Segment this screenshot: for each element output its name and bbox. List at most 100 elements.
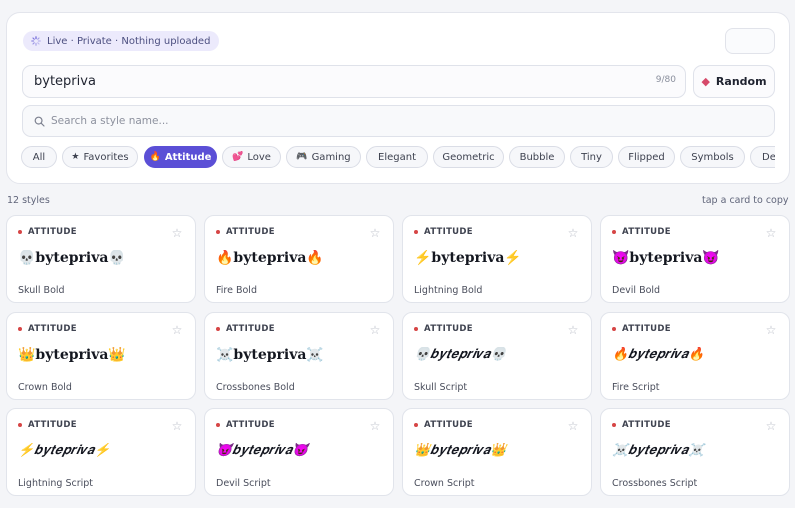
favorite-star-icon[interactable]: ☆ (166, 415, 188, 437)
chip-label: Bubble (519, 151, 555, 163)
category-tag-label: ATTITUDE (226, 227, 275, 237)
search-icon (34, 116, 45, 127)
style-card-devil-bold[interactable]: ATTITUDE ☆ 😈bytepriva😈 Devil Bold (600, 215, 790, 303)
favorite-star-icon[interactable]: ☆ (166, 319, 188, 341)
chip-favorites[interactable]: ★ Favorites (62, 146, 138, 168)
style-card-crossbones-bold[interactable]: ATTITUDE ☆ ☠️bytepriva☠️ Crossbones Bold (204, 312, 394, 400)
category-tag: ATTITUDE (216, 324, 275, 334)
favorite-star-icon[interactable]: ☆ (760, 222, 782, 244)
chip-tiny[interactable]: Tiny (570, 146, 613, 168)
chip-label: Love (247, 151, 271, 163)
favorite-star-icon[interactable]: ☆ (166, 222, 188, 244)
category-tag-label: ATTITUDE (424, 227, 473, 237)
category-tag: ATTITUDE (18, 227, 77, 237)
favorite-star-icon[interactable]: ☆ (562, 222, 584, 244)
fire-icon: 🔥 (149, 152, 161, 162)
chip-all[interactable]: All (21, 146, 57, 168)
favorite-star-icon[interactable]: ☆ (562, 415, 584, 437)
style-card-lightning-bold[interactable]: ATTITUDE ☆ ⚡bytepriva⚡ Lightning Bold (402, 215, 592, 303)
tag-dot-icon (414, 230, 418, 234)
search-field[interactable] (22, 105, 775, 137)
style-card-crown-script[interactable]: ATTITUDE ☆ 👑𝒃𝒚𝒕𝒆𝒑𝒓𝒊𝒗𝒂👑 Crown Script (402, 408, 592, 496)
status-pill-label: Live · Private · Nothing uploaded (47, 35, 211, 47)
category-tag-label: ATTITUDE (28, 227, 77, 237)
category-tag-label: ATTITUDE (622, 324, 671, 334)
name-input[interactable] (34, 66, 594, 97)
star-icon: ★ (71, 152, 80, 162)
tag-dot-icon (414, 327, 418, 331)
style-card-devil-script[interactable]: ATTITUDE ☆ 😈𝒃𝒚𝒕𝒆𝒑𝒓𝒊𝒗𝒂😈 Devil Script (204, 408, 394, 496)
chip-bubble[interactable]: Bubble (509, 146, 565, 168)
header-action-button[interactable] (725, 28, 775, 54)
style-card-skull-bold[interactable]: ATTITUDE ☆ 💀bytepriva💀 Skull Bold (6, 215, 196, 303)
chip-love[interactable]: 💕 Love (222, 146, 281, 168)
category-tag: ATTITUDE (216, 420, 275, 430)
style-name: Devil Script (216, 478, 271, 489)
tag-dot-icon (18, 230, 22, 234)
style-card-fire-script[interactable]: ATTITUDE ☆ 🔥𝒃𝒚𝒕𝒆𝒑𝒓𝒊𝒗𝒂🔥 Fire Script (600, 312, 790, 400)
style-card-fire-bold[interactable]: ATTITUDE ☆ 🔥bytepriva🔥 Fire Bold (204, 215, 394, 303)
chip-elegant[interactable]: Elegant (366, 146, 428, 168)
style-name: Crossbones Script (612, 478, 698, 489)
chip-label: Symbols (691, 151, 734, 163)
styled-text-preview: ☠️bytepriva☠️ (216, 347, 324, 363)
chip-symbols[interactable]: Symbols (680, 146, 745, 168)
category-tag: ATTITUDE (612, 227, 671, 237)
chip-label: Attitude (164, 151, 212, 163)
styled-text-preview: 💀bytepriva💀 (18, 250, 126, 266)
category-tag-label: ATTITUDE (424, 324, 473, 334)
style-name: Lightning Script (18, 478, 93, 489)
style-card-skull-script[interactable]: ATTITUDE ☆ 💀𝒃𝒚𝒕𝒆𝒑𝒓𝒊𝒗𝒂💀 Skull Script (402, 312, 592, 400)
tag-dot-icon (18, 327, 22, 331)
favorite-star-icon[interactable]: ☆ (364, 222, 386, 244)
category-tag-label: ATTITUDE (226, 324, 275, 334)
category-tag-label: ATTITUDE (226, 420, 275, 430)
spinner-icon (31, 36, 41, 46)
style-name: Skull Script (414, 382, 468, 393)
category-tag-label: ATTITUDE (622, 420, 671, 430)
category-tag-label: ATTITUDE (28, 324, 77, 334)
style-name: Fire Script (612, 382, 660, 393)
chip-gaming[interactable]: 🎮 Gaming (286, 146, 361, 168)
favorite-star-icon[interactable]: ☆ (364, 415, 386, 437)
style-card-crown-bold[interactable]: ATTITUDE ☆ 👑bytepriva👑 Crown Bold (6, 312, 196, 400)
styled-text-preview: ⚡bytepriva⚡ (414, 250, 522, 266)
style-name: Crown Bold (18, 382, 72, 393)
styled-text-preview: 👑bytepriva👑 (18, 347, 126, 363)
chip-label: Gaming (311, 151, 351, 163)
styled-text-preview: 🔥𝒃𝒚𝒕𝒆𝒑𝒓𝒊𝒗𝒂🔥 (612, 347, 705, 362)
category-tag: ATTITUDE (414, 324, 473, 334)
dice-icon: ◆ (701, 75, 710, 88)
name-input-field[interactable]: 9/80 (22, 65, 686, 98)
favorite-star-icon[interactable]: ☆ (760, 415, 782, 437)
gamepad-icon: 🎮 (296, 152, 308, 162)
chip-label: Geometric (442, 151, 495, 163)
tag-dot-icon (216, 230, 220, 234)
category-tag: ATTITUDE (414, 227, 473, 237)
style-card-crossbones-script[interactable]: ATTITUDE ☆ ☠️𝒃𝒚𝒕𝒆𝒑𝒓𝒊𝒗𝒂☠️ Crossbones Scri… (600, 408, 790, 496)
tag-dot-icon (216, 327, 220, 331)
style-name: Crown Script (414, 478, 475, 489)
tag-dot-icon (612, 230, 616, 234)
category-tag: ATTITUDE (612, 420, 671, 430)
chip-label: Favorites (83, 151, 129, 163)
styled-text-preview: 😈𝒃𝒚𝒕𝒆𝒑𝒓𝒊𝒗𝒂😈 (216, 443, 309, 458)
chip-geometric[interactable]: Geometric (433, 146, 504, 168)
chip-deco[interactable]: Deco (750, 146, 775, 168)
styled-text-preview: 😈bytepriva😈 (612, 250, 720, 266)
chip-label: All (32, 151, 46, 163)
random-button[interactable]: ◆ Random (693, 65, 775, 98)
chip-attitude[interactable]: 🔥 Attitude (144, 146, 217, 168)
category-tag: ATTITUDE (414, 420, 473, 430)
style-name: Fire Bold (216, 285, 257, 296)
chip-flipped[interactable]: Flipped (618, 146, 675, 168)
generator-panel: Live · Private · Nothing uploaded 9/80 ◆… (6, 12, 790, 184)
favorite-star-icon[interactable]: ☆ (364, 319, 386, 341)
style-card-lightning-script[interactable]: ATTITUDE ☆ ⚡𝒃𝒚𝒕𝒆𝒑𝒓𝒊𝒗𝒂⚡ Lightning Script (6, 408, 196, 496)
favorite-star-icon[interactable]: ☆ (562, 319, 584, 341)
favorite-star-icon[interactable]: ☆ (760, 319, 782, 341)
styled-text-preview: 💀𝒃𝒚𝒕𝒆𝒑𝒓𝒊𝒗𝒂💀 (414, 347, 507, 362)
hearts-icon: 💕 (232, 152, 244, 162)
tag-dot-icon (612, 423, 616, 427)
search-input[interactable] (51, 106, 751, 136)
